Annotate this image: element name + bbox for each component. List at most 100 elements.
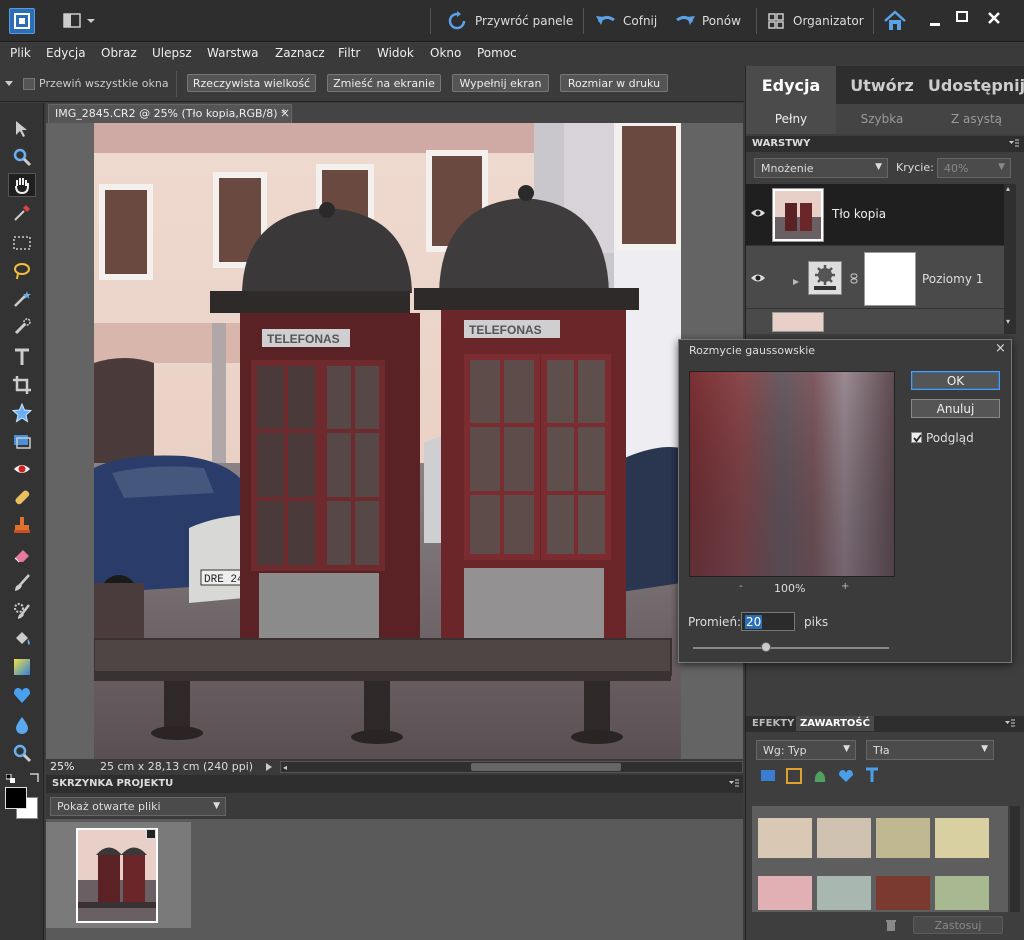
layers-scrollbar[interactable]: ▴ ▾ <box>1004 184 1016 334</box>
ok-button[interactable]: OK <box>911 371 1000 390</box>
redo-button[interactable]: Ponów <box>674 11 741 31</box>
eraser-tool-icon[interactable] <box>8 543 36 567</box>
subtab-quick[interactable]: Szybka <box>836 104 928 134</box>
zoom-tool-icon[interactable] <box>8 145 36 169</box>
graphics-type-icon[interactable] <box>812 768 828 784</box>
dialog-title-bar[interactable]: Rozmycie gaussowskie × <box>679 340 1011 360</box>
document-close-icon[interactable]: × <box>280 106 290 120</box>
tab-effects[interactable]: EFEKTY <box>752 718 794 729</box>
hand-tool-icon[interactable] <box>8 173 36 197</box>
scroll-thumb[interactable] <box>471 763 621 771</box>
blur-tool-icon[interactable] <box>8 713 36 737</box>
content-tile[interactable] <box>758 876 812 910</box>
apply-button[interactable]: Zastosuj <box>913 916 1003 934</box>
brush-tool-icon[interactable] <box>8 571 36 595</box>
clone-stamp-tool-icon[interactable] <box>8 513 36 537</box>
sponge-tool-icon[interactable] <box>8 741 36 765</box>
menu-window[interactable]: Okno <box>430 46 461 60</box>
content-tile[interactable] <box>876 876 930 910</box>
tool-options-dropdown-icon[interactable] <box>4 78 14 88</box>
actual-size-button[interactable]: Rzeczywista wielkość <box>187 74 316 92</box>
preview-zoom-out[interactable]: - <box>739 581 743 592</box>
blend-mode-dropdown[interactable]: Mnożenie ▼ <box>754 158 888 178</box>
app-logo-icon[interactable] <box>9 8 35 34</box>
dialog-close-icon[interactable]: × <box>995 341 1006 356</box>
menu-select[interactable]: Zaznacz <box>275 46 325 60</box>
content-tile[interactable] <box>817 876 871 910</box>
restore-panels-button[interactable]: Przywróć panele <box>447 11 573 31</box>
tab-share[interactable]: Udostępnij <box>928 66 1024 104</box>
layer-name-background-copy[interactable]: Tło kopia <box>832 207 886 221</box>
gradient-tool-icon[interactable] <box>8 655 36 679</box>
project-bin-thumbnail[interactable] <box>46 822 191 928</box>
frame-type-icon[interactable] <box>760 768 776 784</box>
eye-icon[interactable] <box>750 207 766 219</box>
layer-row-levels[interactable]: Poziomy 1 <box>746 247 1004 309</box>
content-scrollbar[interactable] <box>1010 806 1020 912</box>
default-colors-icon[interactable] <box>5 773 16 783</box>
document-tab[interactable]: IMG_2845.CR2 @ 25% (Tło kopia,RGB/8) * × <box>48 104 292 123</box>
menu-edit[interactable]: Edycja <box>46 46 86 60</box>
cookie-cutter-tool-icon[interactable] <box>8 401 36 425</box>
close-icon[interactable] <box>986 10 1002 26</box>
quick-selection-tool-icon[interactable] <box>8 315 36 339</box>
preview-zoom-in[interactable]: + <box>841 581 849 592</box>
marquee-tool-icon[interactable] <box>8 231 36 255</box>
minimize-icon[interactable] <box>928 14 942 28</box>
tab-content[interactable]: ZAWARTOŚĆ <box>796 716 874 731</box>
paint-bucket-tool-icon[interactable] <box>8 627 36 651</box>
content-filter-dropdown[interactable]: Wg: Typ ▼ <box>756 740 856 760</box>
layer-name-levels[interactable]: Poziomy 1 <box>922 272 983 286</box>
menu-help[interactable]: Pomoc <box>477 46 517 60</box>
tab-edit[interactable]: Edycja <box>746 66 836 104</box>
shapes-type-icon[interactable] <box>838 768 854 784</box>
crop-tool-icon[interactable] <box>8 373 36 397</box>
cancel-button[interactable]: Anuluj <box>911 399 1000 418</box>
trash-icon[interactable] <box>884 918 898 932</box>
content-tile[interactable] <box>876 818 930 858</box>
subtab-guided[interactable]: Z asystą <box>928 104 1024 134</box>
organizer-button[interactable]: Organizator <box>768 11 864 31</box>
show-files-dropdown[interactable]: Pokaż otwarte pliki ▼ <box>50 797 226 816</box>
custom-shape-tool-icon[interactable] <box>8 683 36 707</box>
radius-slider-track[interactable] <box>693 647 889 649</box>
lasso-tool-icon[interactable] <box>8 259 36 283</box>
horizontal-scrollbar[interactable]: ◂ <box>280 761 743 773</box>
workspace-layout-icon[interactable] <box>62 13 98 29</box>
eyedropper-tool-icon[interactable] <box>8 201 36 225</box>
type-tool-icon[interactable] <box>8 345 36 369</box>
panel-menu-icon[interactable] <box>728 779 740 789</box>
tab-create[interactable]: Utwórz <box>836 66 928 104</box>
menu-filter[interactable]: Filtr <box>338 46 360 60</box>
content-tile[interactable] <box>817 818 871 858</box>
menu-layer[interactable]: Warstwa <box>207 46 259 60</box>
layers-scroll-down-icon[interactable]: ▾ <box>1006 317 1010 326</box>
straighten-tool-icon[interactable] <box>8 429 36 453</box>
eye-icon[interactable] <box>750 272 766 284</box>
healing-brush-tool-icon[interactable] <box>8 485 36 509</box>
layers-scroll-up-icon[interactable]: ▴ <box>1006 184 1010 193</box>
zoom-level[interactable]: 25% <box>50 760 74 773</box>
content-tile[interactable] <box>758 818 812 858</box>
subtab-full[interactable]: Pełny <box>746 104 836 134</box>
document-canvas[interactable]: DRE 240 TELEFONAS TELEFONAS <box>46 123 743 759</box>
fill-screen-button[interactable]: Wypełnij ekran <box>452 74 549 92</box>
magic-wand-tool-icon[interactable] <box>8 287 36 311</box>
content-tile[interactable] <box>935 818 989 858</box>
maximize-icon[interactable] <box>955 10 969 24</box>
effects-panel-menu-icon[interactable] <box>1004 719 1016 729</box>
opacity-field[interactable]: 40% ▼ <box>937 158 1011 178</box>
content-category-dropdown[interactable]: Tła ▼ <box>866 740 994 760</box>
radius-slider-thumb[interactable] <box>760 642 771 652</box>
layers-panel-menu-icon[interactable] <box>1008 139 1020 149</box>
move-tool-icon[interactable] <box>8 117 36 141</box>
background-type-icon[interactable] <box>786 768 802 784</box>
smart-brush-tool-icon[interactable] <box>8 599 36 623</box>
menu-enhance[interactable]: Ulepsz <box>152 46 192 60</box>
red-eye-tool-icon[interactable] <box>8 457 36 481</box>
print-size-button[interactable]: Rozmiar w druku <box>560 74 668 92</box>
status-menu-arrow-icon[interactable] <box>264 762 274 772</box>
foreground-color-swatch[interactable] <box>5 787 27 809</box>
blur-preview[interactable] <box>689 371 895 577</box>
preview-checkbox[interactable] <box>911 432 922 443</box>
